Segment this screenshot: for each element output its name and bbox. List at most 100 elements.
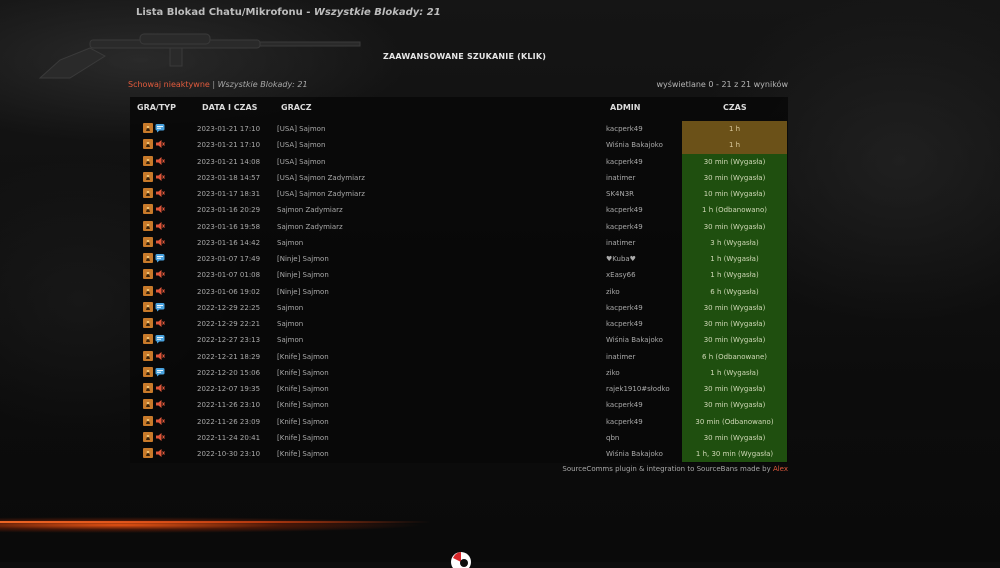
table-row[interactable]: 2022-12-27 23:13 Sajmon Wiśnia Bakajoko 30 … bbox=[130, 332, 788, 349]
footer-credit-text: SourceComms plugin & integration to Sour… bbox=[562, 465, 773, 473]
row-admin: inatimer bbox=[606, 238, 636, 247]
csgo-game-icon bbox=[143, 448, 155, 458]
table-row[interactable]: 2023-01-17 18:31 [USA] Sajmon Zadymiarz SK… bbox=[130, 186, 788, 203]
row-type-icons bbox=[143, 399, 167, 410]
csgo-game-icon bbox=[143, 236, 155, 247]
speaker-muted-icon bbox=[155, 432, 167, 441]
row-type-icons bbox=[143, 285, 167, 296]
row-date: 2022-11-24 20:41 bbox=[197, 433, 261, 442]
header-game[interactable]: GRA/TYP bbox=[137, 103, 176, 112]
speaker-muted-icon bbox=[155, 221, 167, 230]
row-date: 2023-01-07 17:49 bbox=[197, 255, 261, 263]
table-row[interactable]: 2023-01-07 17:49 [Ninje] Sajmon ♥Kuba♥ 1 h … bbox=[130, 251, 788, 268]
row-type-icons bbox=[143, 139, 167, 150]
footer-author-link[interactable]: Alex bbox=[773, 465, 788, 473]
speaker-muted-icon bbox=[155, 448, 167, 457]
header-admin[interactable]: ADMIN bbox=[610, 103, 640, 112]
row-type-icons bbox=[143, 253, 167, 263]
orange-glow-decoration bbox=[0, 505, 560, 545]
table-row[interactable]: 2022-12-07 19:35 [Knife] Sajmon rajek1910#… bbox=[130, 381, 788, 398]
speaker-muted-icon bbox=[155, 318, 167, 327]
row-admin: kacperk49 bbox=[606, 157, 643, 166]
row-date: 2023-01-17 18:31 bbox=[197, 190, 261, 198]
row-date: 2023-01-06 19:02 bbox=[197, 287, 261, 296]
row-admin: Wiśnia Bakajoko bbox=[606, 336, 663, 345]
csgo-game-icon bbox=[143, 318, 155, 328]
table-row[interactable]: 2022-12-29 22:21 Sajmon kacperk49 30 min (W… bbox=[130, 316, 788, 333]
hide-inactive-link[interactable]: Schowaj nieaktywne bbox=[128, 80, 210, 89]
row-date: 2023-01-21 17:10 bbox=[197, 141, 261, 150]
speaker-muted-icon bbox=[155, 204, 167, 214]
page-title-separator: - bbox=[302, 7, 314, 18]
table-row[interactable]: 2022-10-30 23:10 [Knife] Sajmon Wiśnia Bak… bbox=[130, 446, 788, 463]
advanced-search-link[interactable]: ZAAWANSOWANE SZUKANIE (KLIK) bbox=[383, 52, 546, 61]
table-row[interactable]: 2022-11-26 23:09 [Knife] Sajmon kacperk49 3… bbox=[130, 413, 788, 430]
row-date: 2022-11-26 23:09 bbox=[197, 417, 261, 426]
speaker-muted-icon bbox=[155, 139, 167, 149]
row-player: [Ninje] Sajmon bbox=[277, 271, 329, 280]
row-admin: SK4N3R bbox=[606, 190, 635, 198]
table-row[interactable]: 2023-01-21 17:10 [USA] Sajmon Wiśnia Bakaj… bbox=[130, 137, 788, 154]
header-player[interactable]: GRACZ bbox=[281, 103, 312, 112]
table-row[interactable]: 2022-12-21 18:29 [Knife] Sajmon inatimer 6 … bbox=[130, 348, 788, 365]
row-type-icons bbox=[143, 415, 167, 426]
chat-bubble-icon bbox=[155, 123, 167, 133]
table-row[interactable]: 2022-12-20 15:06 [Knife] Sajmon ziko 1 h (W… bbox=[130, 364, 788, 381]
row-date: 2022-11-26 23:10 bbox=[197, 401, 261, 410]
row-player: [Knife] Sajmon bbox=[277, 401, 329, 410]
row-admin: kacperk49 bbox=[606, 320, 643, 328]
row-time: 1 h bbox=[682, 121, 787, 138]
header-date[interactable]: DATA I CZAS bbox=[202, 103, 257, 112]
table-header: GRA/TYP DATA I CZAS GRACZ ADMIN CZAS bbox=[130, 97, 788, 119]
table-row[interactable]: 2023-01-21 14:08 [USA] Sajmon kacperk49 30 … bbox=[130, 153, 788, 170]
csgo-game-icon bbox=[143, 188, 155, 198]
row-time: 30 min (Odbanowano) bbox=[682, 413, 787, 430]
row-type-icons bbox=[143, 350, 167, 361]
csgo-game-icon bbox=[143, 155, 155, 166]
header-time[interactable]: CZAS bbox=[723, 103, 747, 112]
row-player: [Knife] Sajmon bbox=[277, 368, 329, 377]
table-row[interactable]: 2022-12-29 22:25 Sajmon kacperk49 30 min (W… bbox=[130, 299, 788, 316]
table-row[interactable]: 2022-11-26 23:10 [Knife] Sajmon kacperk49 3… bbox=[130, 397, 788, 414]
table-row[interactable]: 2023-01-18 14:57 [USA] Sajmon Zadymiarz in… bbox=[130, 169, 788, 186]
row-player: Sajmon bbox=[277, 238, 304, 247]
table-row[interactable]: 2023-01-21 17:10 [USA] Sajmon kacperk49 1 h bbox=[130, 121, 788, 138]
table-row[interactable]: 2023-01-06 19:02 [Ninje] Sajmon ziko 6 h (W… bbox=[130, 283, 788, 300]
row-time: 1 h (Wygasła) bbox=[682, 251, 787, 268]
row-time: 1 h (Wygasła) bbox=[682, 267, 787, 284]
chat-bubble-icon bbox=[155, 302, 167, 312]
speaker-muted-icon bbox=[155, 156, 167, 165]
csgo-game-icon bbox=[143, 383, 155, 393]
row-type-icons bbox=[143, 269, 167, 280]
csgo-game-icon bbox=[143, 366, 155, 377]
row-date: 2022-12-27 23:13 bbox=[197, 336, 261, 345]
row-admin: Wiśnia Bakajoko bbox=[606, 450, 663, 458]
row-time: 30 min (Wygasła) bbox=[682, 397, 787, 414]
row-type-icons bbox=[143, 171, 167, 182]
row-date: 2023-01-16 14:42 bbox=[197, 238, 261, 247]
row-admin: qbn bbox=[606, 433, 620, 442]
row-player: [Knife] Sajmon bbox=[277, 385, 329, 393]
row-player: [Knife] Sajmon bbox=[277, 352, 329, 361]
row-type-icons bbox=[143, 448, 167, 458]
row-time: 10 min (Wygasła) bbox=[682, 186, 787, 203]
row-type-icons bbox=[143, 204, 167, 215]
row-type-icons bbox=[143, 155, 167, 166]
results-count: wyświetlane 0 - 21 z 21 wyników bbox=[656, 80, 788, 89]
row-time: 30 min (Wygasła) bbox=[682, 218, 787, 235]
row-date: 2023-01-18 14:57 bbox=[197, 173, 261, 182]
table-row[interactable]: 2023-01-16 20:29 Sajmon Zadymiarz kacperk4… bbox=[130, 202, 788, 219]
row-player: [Knife] Sajmon bbox=[277, 433, 329, 442]
row-time: 30 min (Wygasła) bbox=[682, 332, 787, 349]
row-type-icons bbox=[143, 366, 167, 377]
table-row[interactable]: 2023-01-16 19:58 Sajmon Zadymiarz kacperk4… bbox=[130, 218, 788, 235]
table-row[interactable]: 2023-01-16 14:42 Sajmon inatimer 3 h (Wygas… bbox=[130, 234, 788, 251]
row-time: 6 h (Odbanowane) bbox=[682, 348, 787, 365]
table-row[interactable]: 2022-11-24 20:41 [Knife] Sajmon qbn 30 min … bbox=[130, 429, 788, 446]
row-admin: kacperk49 bbox=[606, 417, 643, 426]
speaker-muted-icon bbox=[155, 269, 167, 279]
csgo-game-icon bbox=[143, 253, 155, 263]
table-row[interactable]: 2023-01-07 01:08 [Ninje] Sajmon xEasy66 1 h… bbox=[130, 267, 788, 284]
row-time: 30 min (Wygasła) bbox=[682, 169, 787, 186]
row-date: 2022-12-29 22:25 bbox=[197, 303, 261, 312]
